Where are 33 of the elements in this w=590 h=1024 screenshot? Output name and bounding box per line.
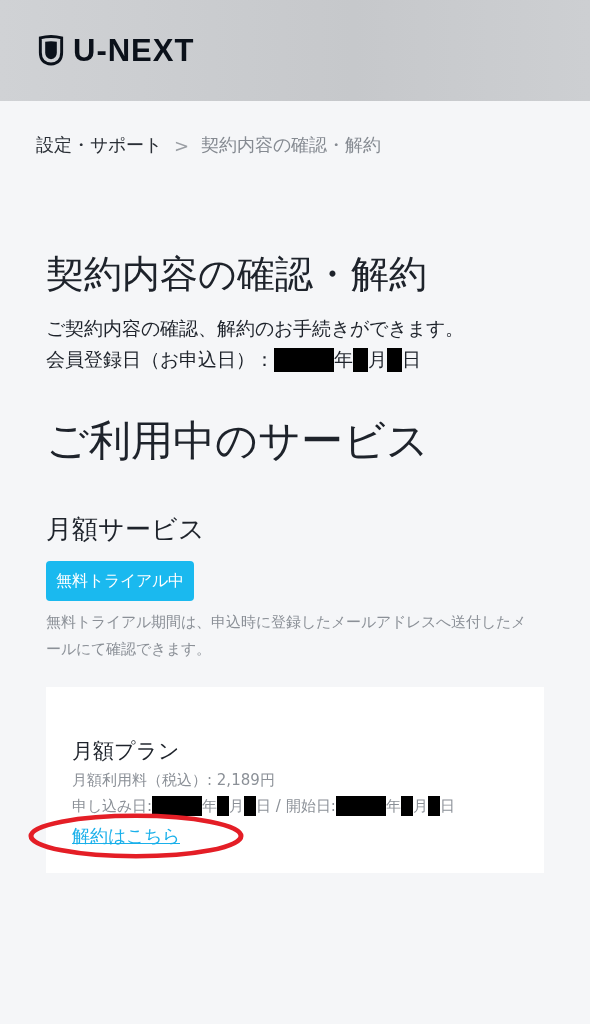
subsection-title: 月額サービス — [46, 513, 206, 546]
date-text: 日 — [402, 347, 421, 372]
breadcrumb-item[interactable]: 設定・サポート — [36, 133, 162, 157]
redaction-bar — [400, 796, 413, 816]
trial-badge: 無料トライアル中 — [46, 561, 194, 601]
shield-logo-icon — [38, 35, 64, 66]
plan-name: 月額プラン — [72, 738, 181, 765]
plan-fee: 月額利用料（税込）: 2,189円 — [72, 770, 276, 791]
redaction-bar — [274, 347, 334, 372]
date-text: 年 — [202, 796, 218, 817]
date-text: 月 — [229, 796, 245, 817]
section-title: ご利用中のサービス — [46, 415, 430, 467]
date-text: 年 — [334, 347, 353, 372]
redaction-bar — [244, 796, 257, 816]
page-title: 契約内容の確認・解約 — [46, 251, 428, 297]
date-text: 年 — [385, 796, 401, 817]
trial-note: 無料トライアル期間は、申込時に登録したメールアドレスへ送付したメールにて確認できます。 — [46, 612, 527, 660]
registration-label: 会員登録日（お申込日）： — [46, 347, 274, 372]
breadcrumb-item: 契約内容の確認・解約 — [201, 133, 382, 157]
date-text: 日 — [439, 796, 455, 817]
logo-text: U-NEXT — [73, 32, 195, 69]
redaction-bar — [217, 796, 230, 816]
date-text: 日 / 開始日: — [256, 796, 336, 817]
redaction-bar — [427, 796, 440, 816]
redaction-bar — [152, 796, 203, 816]
redaction-bar — [335, 796, 386, 816]
date-text: 月 — [368, 347, 387, 372]
description-text: ご契約内容の確認、解約のお手続きができます。 — [46, 316, 465, 341]
date-text: 申し込み日: — [72, 796, 153, 817]
redaction-bar — [353, 347, 368, 372]
breadcrumb-separator: > — [174, 134, 190, 156]
date-text: 月 — [412, 796, 428, 817]
redaction-bar — [387, 347, 402, 372]
